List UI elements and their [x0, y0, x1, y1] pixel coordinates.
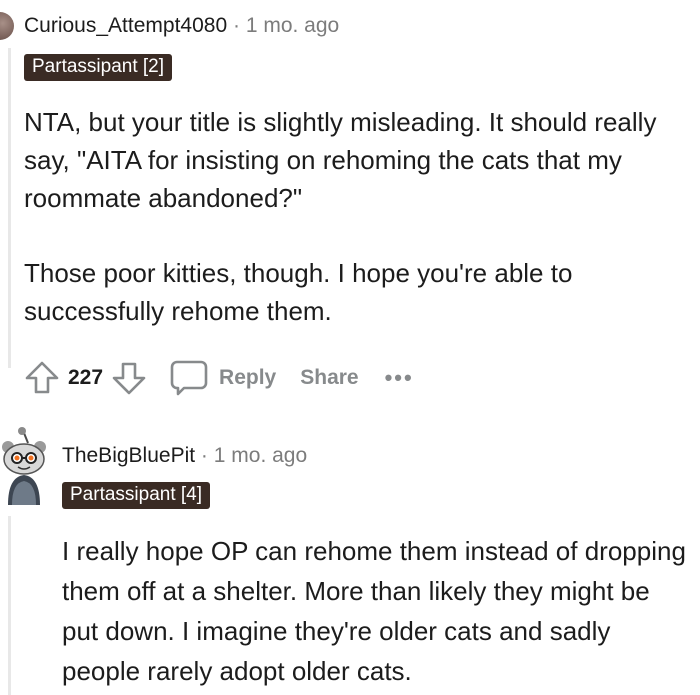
timestamp[interactable]: 1 mo. ago: [214, 444, 307, 467]
comment-meta: TheBigBluePit · 1 mo. ago: [62, 444, 307, 468]
comment-meta: Curious_Attempt4080 · 1 mo. ago: [24, 14, 339, 38]
arrow-up-icon[interactable]: [24, 360, 60, 396]
comment-actions: 227 Reply Share •••: [24, 358, 414, 398]
comment-paragraph: I really hope OP can rehome them instead…: [62, 536, 686, 686]
arrow-down-icon[interactable]: [111, 360, 147, 396]
comment-bubble-icon[interactable]: [169, 359, 209, 397]
timestamp[interactable]: 1 mo. ago: [246, 14, 339, 37]
username-link[interactable]: Curious_Attempt4080: [24, 14, 227, 37]
username-link[interactable]: TheBigBluePit: [62, 444, 195, 467]
user-flair: Partassipant [4]: [62, 482, 211, 509]
more-options-button[interactable]: •••: [385, 365, 414, 391]
snoo-avatar-icon[interactable]: [0, 425, 48, 505]
vote-count: 227: [68, 366, 104, 389]
meta-separator: ·: [200, 444, 208, 467]
share-button[interactable]: Share: [300, 366, 358, 390]
comment-paragraph: NTA, but your title is slightly misleadi…: [24, 107, 657, 213]
comment-paragraph: Those poor kitties, though. I hope you'r…: [24, 258, 573, 326]
user-flair: Partassipant [2]: [24, 54, 173, 81]
user-avatar[interactable]: [0, 12, 14, 40]
thread-line[interactable]: [8, 48, 11, 368]
reply-comment: TheBigBluePit · 1 mo. ago Partassipant […: [0, 425, 700, 695]
reply-button[interactable]: Reply: [219, 366, 276, 390]
meta-separator: ·: [232, 14, 240, 37]
